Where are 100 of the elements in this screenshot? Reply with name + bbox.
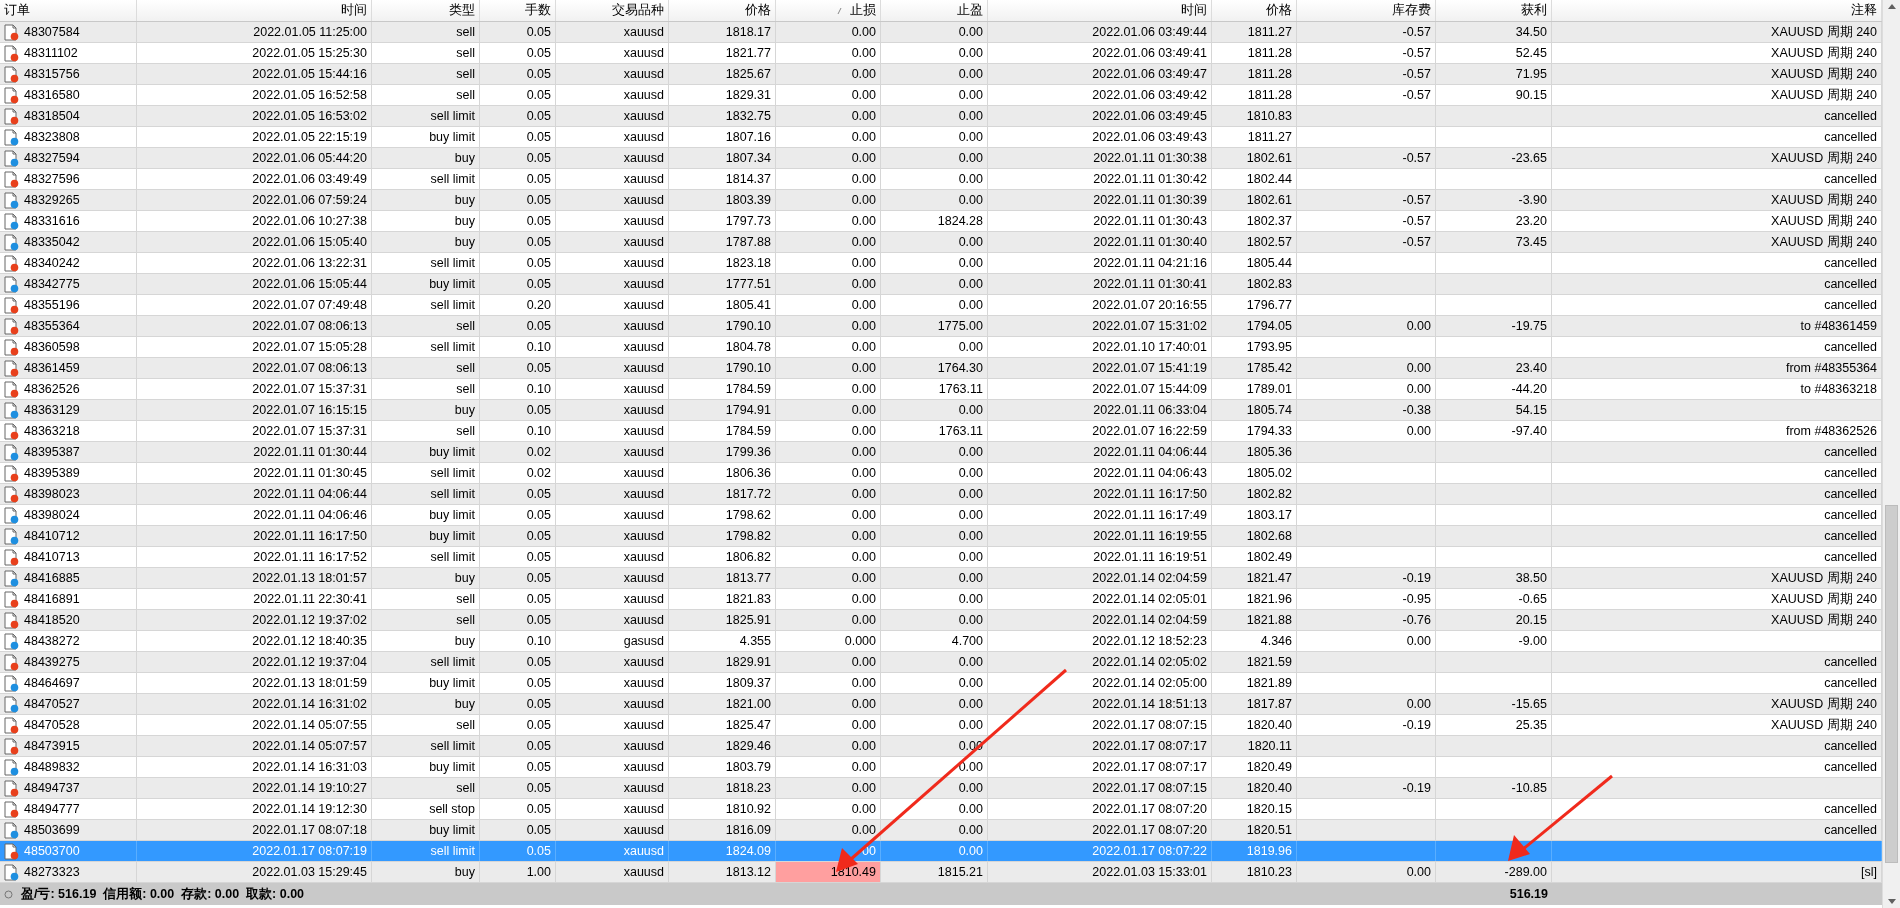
column-header[interactable]: 获利 bbox=[1436, 0, 1552, 21]
table-cell-text: 1821.77 bbox=[725, 44, 771, 62]
table-row[interactable]: 48361459 2022.01.07 08:06:13 sell 0.05 xauusd 1790.10 0.00 1764.30 2022.01.07 15:41:19 1785.42 0.00 23.40 from #48355364 bbox=[0, 358, 1882, 379]
scrollbar-thumb[interactable] bbox=[1885, 505, 1898, 863]
table-row[interactable]: 48307584 2022.01.05 11:25:00 sell 0.05 xauusd 1818.17 0.00 0.00 2022.01.06 03:49:44 1811.27 -0.57 34.50 XAUUSD 周期 240 bbox=[0, 22, 1882, 43]
table-cell-text: 2022.01.12 18:52:23 bbox=[1092, 632, 1207, 650]
scroll-down-icon[interactable] bbox=[1887, 899, 1896, 904]
table-cell-text: 2022.01.14 16:31:03 bbox=[252, 758, 367, 776]
table-row[interactable]: 48395387 2022.01.11 01:30:44 buy limit 0.02 xauusd 1799.36 0.00 0.00 2022.01.11 04:06:44 1805.36 cancelled bbox=[0, 442, 1882, 463]
table-cell-text: 0.02 bbox=[526, 464, 551, 482]
order-document-icon bbox=[4, 548, 19, 566]
table-cell-text: 1797.73 bbox=[725, 212, 771, 230]
table-cell-text: 0.05 bbox=[526, 86, 551, 104]
column-header[interactable]: 订单 bbox=[0, 0, 137, 21]
table-cell-text: -0.57 bbox=[1402, 212, 1431, 230]
column-header[interactable]: 止盈 bbox=[881, 0, 988, 21]
table-cell-text: 2022.01.06 03:49:41 bbox=[1092, 44, 1207, 62]
table-row[interactable]: 48410713 2022.01.11 16:17:52 sell limit 0.05 xauusd 1806.82 0.00 0.00 2022.01.11 16:19:51 1802.49 cancelled bbox=[0, 547, 1882, 568]
column-header[interactable]: 类型 bbox=[372, 0, 480, 21]
scroll-up-icon[interactable] bbox=[1887, 4, 1896, 9]
table-row[interactable]: 48327596 2022.01.06 03:49:49 sell limit 0.05 xauusd 1814.37 0.00 0.00 2022.01.11 01:30:42 1802.44 cancelled bbox=[0, 169, 1882, 190]
table-row[interactable]: 48311102 2022.01.05 15:25:30 sell 0.05 xauusd 1821.77 0.00 0.00 2022.01.06 03:49:41 1811.28 -0.57 52.45 XAUUSD 周期 240 bbox=[0, 43, 1882, 64]
table-row[interactable]: 48438272 2022.01.12 18:40:35 buy 0.10 gasusd 4.355 0.000 4.700 2022.01.12 18:52:23 4.346 0.00 -9.00 bbox=[0, 631, 1882, 652]
table-row[interactable]: 48398023 2022.01.11 04:06:44 sell limit 0.05 xauusd 1817.72 0.00 0.00 2022.01.11 16:17:50 1802.82 cancelled bbox=[0, 484, 1882, 505]
order-document-icon bbox=[4, 317, 19, 335]
table-row[interactable]: 48363129 2022.01.07 16:15:15 buy 0.05 xauusd 1794.91 0.00 0.00 2022.01.11 06:33:04 1805.74 -0.38 54.15 bbox=[0, 400, 1882, 421]
table-cell-text: 0.05 bbox=[526, 317, 551, 335]
table-cell-text: xauusd bbox=[623, 359, 664, 377]
table-cell-text: 0.00 bbox=[958, 65, 983, 83]
table-cell-text: 48327596 bbox=[24, 170, 80, 188]
table-cell-text: 0.05 bbox=[526, 548, 551, 566]
table-cell-text: 1820.15 bbox=[1246, 800, 1292, 818]
table-row[interactable]: 48323808 2022.01.05 22:15:19 buy limit 0.05 xauusd 1807.16 0.00 0.00 2022.01.06 03:49:43 1811.27 cancelled bbox=[0, 127, 1882, 148]
table-row[interactable]: 48395389 2022.01.11 01:30:45 sell limit 0.02 xauusd 1806.36 0.00 0.00 2022.01.11 04:06:43 1805.02 cancelled bbox=[0, 463, 1882, 484]
table-cell-text: 1784.59 bbox=[725, 380, 771, 398]
table-row[interactable]: 48331616 2022.01.06 10:27:38 buy 0.05 xauusd 1797.73 0.00 1824.28 2022.01.11 01:30:43 1802.37 -0.57 23.20 XAUUSD 周期 240 bbox=[0, 211, 1882, 232]
order-document-icon bbox=[4, 338, 19, 356]
table-row[interactable]: 48416891 2022.01.11 22:30:41 sell 0.05 xauusd 1821.83 0.00 0.00 2022.01.14 02:05:01 1821.96 -0.95 -0.65 XAUUSD 周期 240 bbox=[0, 589, 1882, 610]
table-cell-text: buy bbox=[454, 632, 475, 650]
table-row[interactable]: 48470528 2022.01.14 05:07:55 sell 0.05 xauusd 1825.47 0.00 0.00 2022.01.17 08:07:15 1820.40 -0.19 25.35 XAUUSD 周期 240 bbox=[0, 715, 1882, 736]
table-cell-text: -0.57 bbox=[1402, 233, 1431, 251]
table-row[interactable]: 48494737 2022.01.14 19:10:27 sell 0.05 xauusd 1818.23 0.00 0.00 2022.01.17 08:07:15 1820.40 -0.19 -10.85 bbox=[0, 778, 1882, 799]
table-row[interactable]: 48416885 2022.01.13 18:01:57 buy 0.05 xauusd 1813.77 0.00 0.00 2022.01.14 02:04:59 1821.47 -0.19 38.50 XAUUSD 周期 240 bbox=[0, 568, 1882, 589]
table-cell-text: sell bbox=[456, 23, 475, 41]
table-cell-text: -0.19 bbox=[1402, 779, 1431, 797]
table-row[interactable]: 48362526 2022.01.07 15:37:31 sell 0.10 xauusd 1784.59 0.00 1763.11 2022.01.07 15:44:09 1789.01 0.00 -44.20 to #48363218 bbox=[0, 379, 1882, 400]
table-cell-text: 1777.51 bbox=[725, 275, 771, 293]
order-document-icon bbox=[4, 695, 19, 713]
table-cell-text: 48327594 bbox=[24, 149, 80, 167]
table-cell: 0.00 bbox=[776, 778, 881, 798]
table-cell-text: sell limit bbox=[430, 653, 475, 671]
table-row[interactable]: 48489832 2022.01.14 16:31:03 buy limit 0.05 xauusd 1803.79 0.00 0.00 2022.01.17 08:07:17 1820.49 cancelled bbox=[0, 757, 1882, 778]
column-header[interactable]: 交易品种 bbox=[556, 0, 669, 21]
table-cell-text: 0.00 bbox=[958, 800, 983, 818]
table-row[interactable]: 48355196 2022.01.07 07:49:48 sell limit 0.20 xauusd 1805.41 0.00 0.00 2022.01.07 20:16:55 1796.77 cancelled bbox=[0, 295, 1882, 316]
table-row[interactable]: 48327594 2022.01.06 05:44:20 buy 0.05 xauusd 1807.34 0.00 0.00 2022.01.11 01:30:38 1802.61 -0.57 -23.65 XAUUSD 周期 240 bbox=[0, 148, 1882, 169]
table-row[interactable]: 48315756 2022.01.05 15:44:16 sell 0.05 xauusd 1825.67 0.00 0.00 2022.01.06 03:49:47 1811.28 -0.57 71.95 XAUUSD 周期 240 bbox=[0, 64, 1882, 85]
scrollbar[interactable] bbox=[1882, 0, 1900, 908]
table-row[interactable]: 48470527 2022.01.14 16:31:02 buy 0.05 xauusd 1821.00 0.00 0.00 2022.01.14 18:51:13 1817.87 0.00 -15.65 XAUUSD 周期 240 bbox=[0, 694, 1882, 715]
column-header[interactable]: 时间 bbox=[137, 0, 372, 21]
column-header[interactable]: 价格 bbox=[1212, 0, 1297, 21]
table-cell-text: buy bbox=[454, 149, 475, 167]
table-cell-text: buy limit bbox=[429, 674, 475, 692]
table-cell-text: 2022.01.07 15:37:31 bbox=[252, 422, 367, 440]
table-row[interactable]: 48410712 2022.01.11 16:17:50 buy limit 0.05 xauusd 1798.82 0.00 0.00 2022.01.11 16:19:55 1802.68 cancelled bbox=[0, 526, 1882, 547]
table-cell-text: 0.00 bbox=[958, 86, 983, 104]
table-cell-text: 0.05 bbox=[526, 506, 551, 524]
table-cell-text: 1810.92 bbox=[725, 800, 771, 818]
column-header[interactable]: 手数 bbox=[480, 0, 556, 21]
table-row[interactable]: 48439275 2022.01.12 19:37:04 sell limit 0.05 xauusd 1829.91 0.00 0.00 2022.01.14 02:05:02 1821.59 cancelled bbox=[0, 652, 1882, 673]
table-cell: 0.00 bbox=[776, 295, 881, 315]
table-cell-text: buy bbox=[454, 233, 475, 251]
column-header[interactable]: 价格 bbox=[669, 0, 776, 21]
table-row[interactable]: 48360598 2022.01.07 15:05:28 sell limit 0.10 xauusd 1804.78 0.00 0.00 2022.01.10 17:40:01 1793.95 cancelled bbox=[0, 337, 1882, 358]
table-row[interactable]: 48316580 2022.01.05 16:52:58 sell 0.05 xauusd 1829.31 0.00 0.00 2022.01.06 03:49:42 1811.28 -0.57 90.15 XAUUSD 周期 240 bbox=[0, 85, 1882, 106]
table-row[interactable]: 48503699 2022.01.17 08:07:18 buy limit 0.05 xauusd 1816.09 0.00 0.00 2022.01.17 08:07:20 1820.51 cancelled bbox=[0, 820, 1882, 841]
table-cell-text: 1805.36 bbox=[1246, 443, 1292, 461]
table-row[interactable]: 48398024 2022.01.11 04:06:46 buy limit 0.05 xauusd 1798.62 0.00 0.00 2022.01.11 16:17:49 1803.17 cancelled bbox=[0, 505, 1882, 526]
column-header[interactable]: 止损 bbox=[776, 0, 881, 21]
table-cell-text: xauusd bbox=[623, 506, 664, 524]
table-row[interactable]: 48494777 2022.01.14 19:12:30 sell stop 0.05 xauusd 1810.92 0.00 0.00 2022.01.17 08:07:20 1820.15 cancelled bbox=[0, 799, 1882, 820]
table-row[interactable]: 48355364 2022.01.07 08:06:13 sell 0.05 xauusd 1790.10 0.00 1775.00 2022.01.07 15:31:02 1794.05 0.00 -19.75 to #48361459 bbox=[0, 316, 1882, 337]
table-row[interactable]: 48464697 2022.01.13 18:01:59 buy limit 0.05 xauusd 1809.37 0.00 0.00 2022.01.14 02:05:00 1821.89 cancelled bbox=[0, 673, 1882, 694]
table-row[interactable]: 48335042 2022.01.06 15:05:40 buy 0.05 xauusd 1787.88 0.00 0.00 2022.01.11 01:30:40 1802.57 -0.57 73.45 XAUUSD 周期 240 bbox=[0, 232, 1882, 253]
table-cell-text: 48360598 bbox=[24, 338, 80, 356]
table-cell: 0.00 bbox=[776, 64, 881, 84]
order-document-icon bbox=[4, 758, 19, 776]
table-cell-text: 2022.01.05 16:53:02 bbox=[252, 107, 367, 125]
table-cell-text: 54.15 bbox=[1515, 401, 1547, 419]
table-cell-text: 0.05 bbox=[526, 191, 551, 209]
column-header[interactable]: 库存费 bbox=[1297, 0, 1436, 21]
table-row[interactable]: 48340242 2022.01.06 13:22:31 sell limit 0.05 xauusd 1823.18 0.00 0.00 2022.01.11 04:21:16 1805.44 cancelled bbox=[0, 253, 1882, 274]
column-header[interactable]: 时间 bbox=[988, 0, 1212, 21]
table-row[interactable]: 48318504 2022.01.05 16:53:02 sell limit 0.05 xauusd 1832.75 0.00 0.00 2022.01.06 03:49:45 1810.83 cancelled bbox=[0, 106, 1882, 127]
table-row[interactable]: 48363218 2022.01.07 15:37:31 sell 0.10 xauusd 1784.59 0.00 1763.11 2022.01.07 16:22:59 1794.33 0.00 -97.40 from #48362526 bbox=[0, 421, 1882, 442]
table-row[interactable]: 48418520 2022.01.12 19:37:02 sell 0.05 xauusd 1825.91 0.00 0.00 2022.01.14 02:04:59 1821.88 -0.76 20.15 XAUUSD 周期 240 bbox=[0, 610, 1882, 631]
table-row[interactable]: 48329265 2022.01.06 07:59:24 buy 0.05 xauusd 1803.39 0.00 0.00 2022.01.11 01:30:39 1802.61 -0.57 -3.90 XAUUSD 周期 240 bbox=[0, 190, 1882, 211]
table-cell-text: 1805.41 bbox=[725, 296, 771, 314]
table-cell-text: 2022.01.07 15:44:09 bbox=[1092, 380, 1207, 398]
table-row[interactable]: 48342775 2022.01.06 15:05:44 buy limit 0.05 xauusd 1777.51 0.00 0.00 2022.01.11 01:30:41 1802.83 cancelled bbox=[0, 274, 1882, 295]
